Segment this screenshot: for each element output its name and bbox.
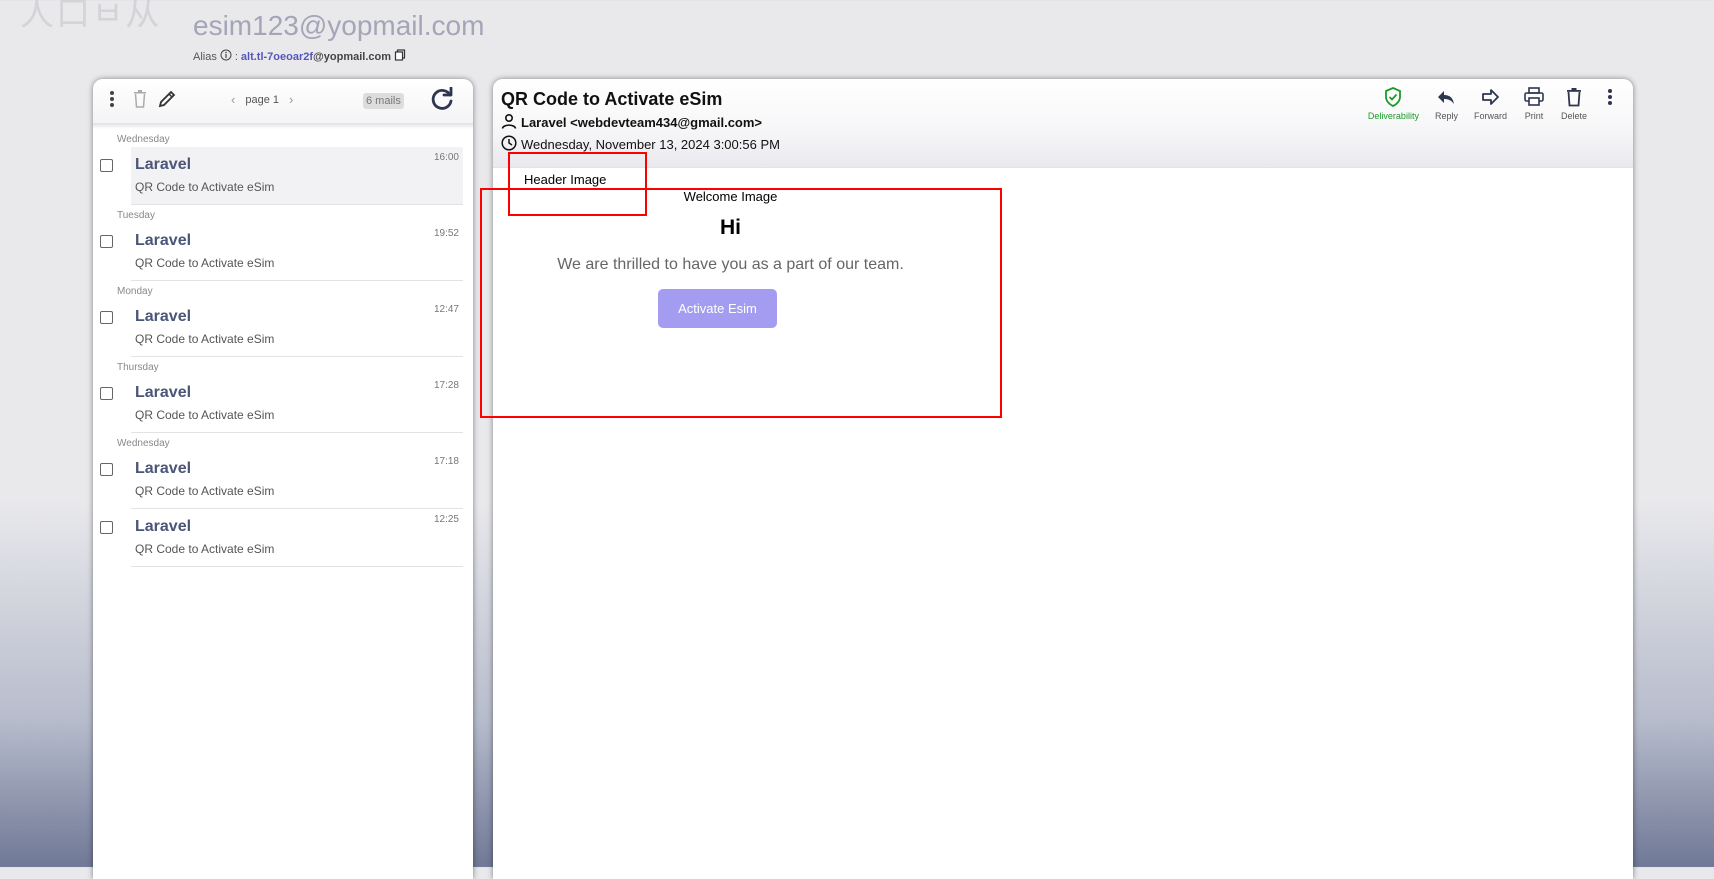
mail-sender: Laravel: [135, 460, 192, 477]
mail-checkbox[interactable]: [100, 235, 113, 248]
mail-subject: QR Code to Activate eSim: [135, 332, 275, 346]
copy-icon[interactable]: [394, 49, 406, 64]
mail-time: 17:18: [433, 456, 459, 467]
mail-checkbox[interactable]: [100, 463, 113, 476]
mail-list-item[interactable]: Laravel QR Code to Activate eSim 19:52: [100, 223, 463, 281]
mail-checkbox[interactable]: [100, 387, 113, 400]
day-label: Wednesday: [117, 134, 170, 145]
welcome-text: We are thrilled to have you as a part of…: [557, 256, 904, 273]
mail-time: 12:47: [433, 304, 459, 315]
prev-page-icon[interactable]: ‹: [231, 92, 235, 107]
mail-checkbox[interactable]: [100, 159, 113, 172]
mail-subject: QR Code to Activate eSim: [135, 484, 275, 498]
mail-count-badge: 6 mails: [363, 93, 404, 109]
mail-sender: Laravel: [135, 384, 192, 401]
mail-subject: QR Code to Activate eSim: [135, 256, 275, 270]
inbox-email: esim123@yopmail.com: [193, 10, 485, 41]
next-page-icon[interactable]: ›: [289, 92, 293, 107]
mail-list-item[interactable]: Laravel QR Code to Activate eSim 17:18: [100, 451, 463, 509]
mail-subject: QR Code to Activate eSim: [135, 408, 275, 422]
welcome-image: Welcome Image: [683, 189, 778, 204]
info-icon[interactable]: [220, 49, 232, 64]
mail-list-panel: ‹ page 1 › 6 mails Wednesday Laravel QR …: [93, 79, 473, 879]
mail-checkbox[interactable]: [100, 311, 113, 324]
mail-list-toolbar: ‹ page 1 › 6 mails: [93, 79, 473, 123]
alias-line: Alias : alt.tl-7oeoar2f @yopmail.com: [193, 49, 406, 64]
day-label: Monday: [117, 286, 153, 297]
mail-checkbox[interactable]: [100, 521, 113, 534]
refresh-icon[interactable]: [429, 86, 455, 118]
compose-pencil-icon[interactable]: [157, 89, 177, 114]
mail-time: 16:00: [433, 152, 459, 163]
mail-list-item[interactable]: Laravel QR Code to Activate eSim 17:28: [100, 375, 463, 433]
yopmail-logo[interactable]: 人口ㅂ从: [20, 0, 161, 35]
mail-list-item[interactable]: Laravel QR Code to Activate eSim 12:47: [100, 299, 463, 357]
day-label: Tuesday: [117, 210, 155, 221]
alias-name[interactable]: alt.tl-7oeoar2f: [241, 51, 313, 63]
mail-time: 19:52: [433, 228, 459, 239]
mail-list-item[interactable]: Laravel QR Code to Activate eSim 16:00: [100, 147, 463, 205]
mail-sender: Laravel: [135, 156, 192, 173]
header-image: Header Image: [524, 172, 607, 187]
more-vertical-icon[interactable]: [109, 89, 115, 114]
greeting-heading: Hi: [720, 216, 741, 239]
mail-time: 17:28: [433, 380, 459, 391]
mail-list-item[interactable]: Laravel QR Code to Activate eSim 12:25: [100, 509, 463, 567]
day-label: Wednesday: [117, 438, 170, 449]
day-label: Thursday: [117, 362, 159, 373]
mail-sender: Laravel: [135, 518, 192, 535]
alias-domain: @yopmail.com: [313, 50, 392, 63]
mail-subject: QR Code to Activate eSim: [135, 180, 275, 194]
mail-sender: Laravel: [135, 232, 192, 249]
alias-separator: :: [234, 50, 238, 63]
mail-sender: Laravel: [135, 308, 192, 325]
delete-selected-icon[interactable]: [133, 89, 147, 114]
mail-subject: QR Code to Activate eSim: [135, 542, 275, 556]
mail-time: 12:25: [433, 514, 459, 525]
page-label: page 1: [245, 93, 279, 106]
activate-esim-button[interactable]: Activate Esim: [658, 289, 777, 328]
alias-label: Alias: [193, 50, 217, 63]
message-body: Header Image Welcome Image Hi We are thr…: [480, 79, 1633, 859]
pager: ‹ page 1 ›: [231, 92, 293, 107]
